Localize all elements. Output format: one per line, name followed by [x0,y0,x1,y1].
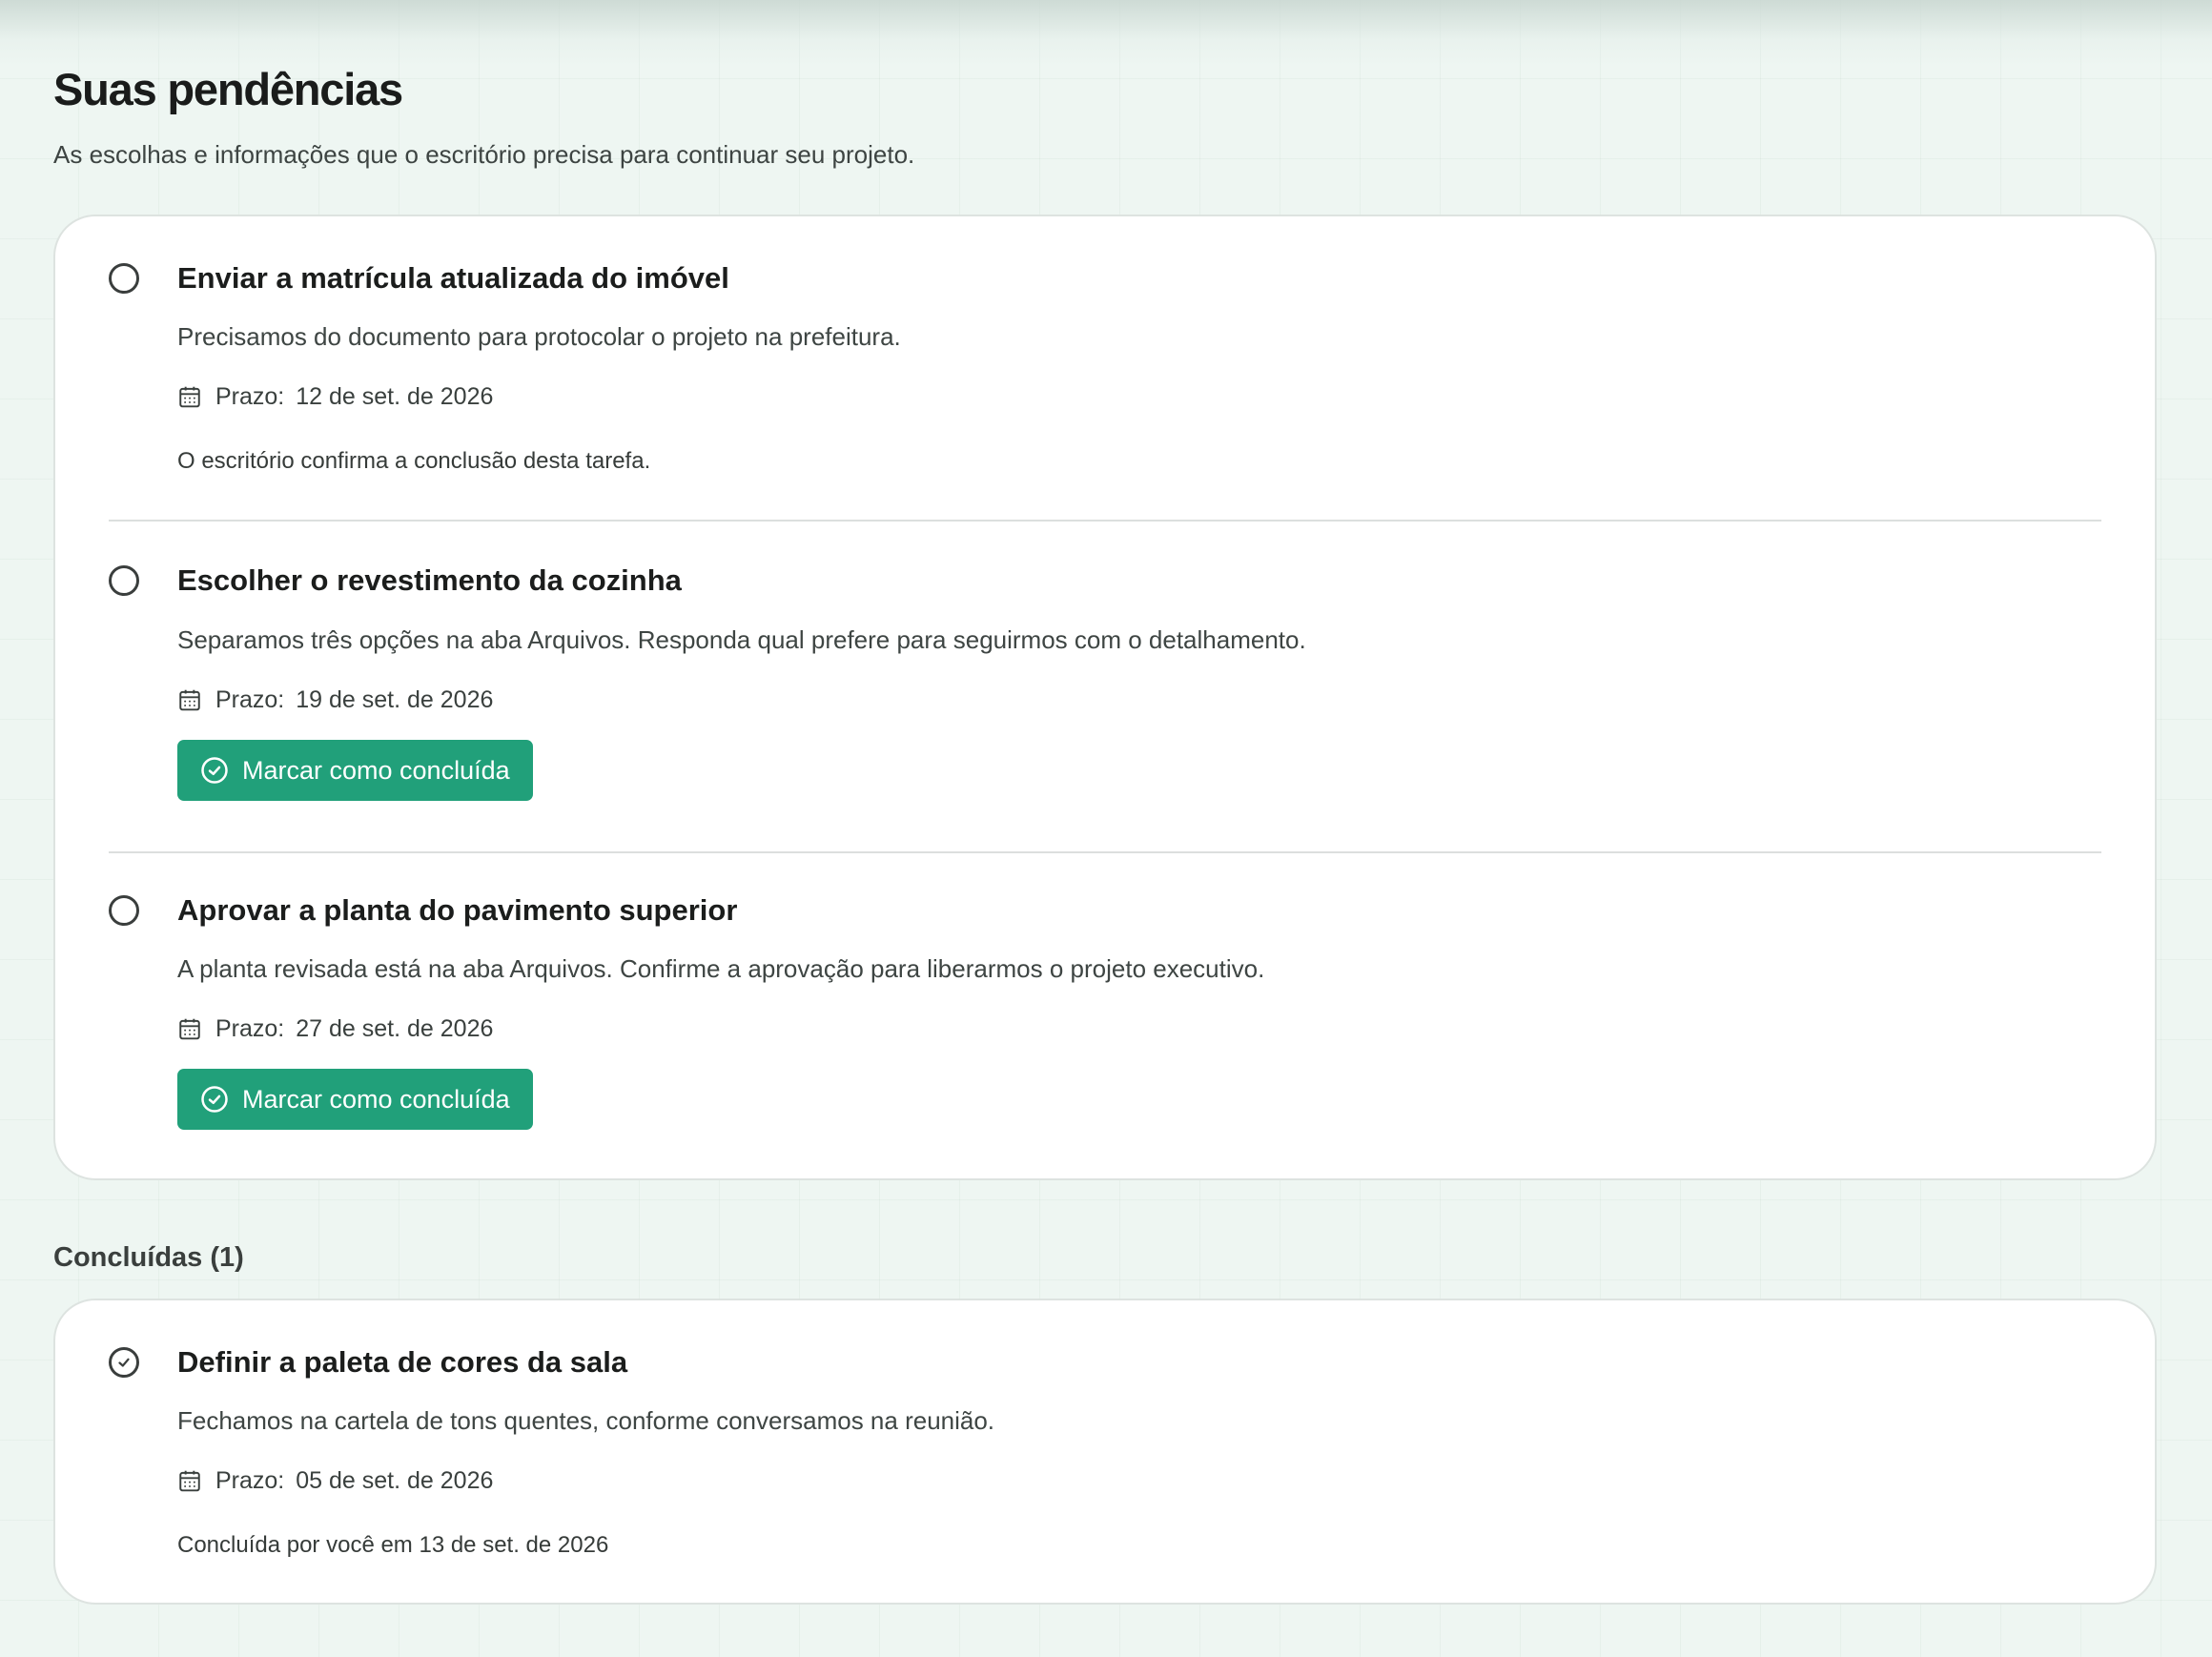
mark-complete-button[interactable]: Marcar como concluída [177,740,533,801]
task-description: Fechamos na cartela de tons quentes, con… [177,1406,995,1435]
empty-circle-icon[interactable] [109,565,139,596]
deadline-label: Prazo: [215,1015,285,1042]
empty-circle-icon[interactable] [109,895,139,926]
completed-section-heading[interactable]: Concluídas (1) [53,1239,244,1276]
task-title: Enviar a matrícula atualizada do imóvel [177,261,729,295]
task-description: A planta revisada está na aba Arquivos. … [177,954,1265,983]
calendar-icon [179,1470,200,1492]
task-item: Definir a paleta de cores da sala Fecham… [109,1300,2101,1603]
mark-complete-label: Marcar como concluída [242,756,510,785]
task-note: O escritório confirma a conclusão desta … [177,448,651,474]
task-item: Escolher o revestimento da cozinha Separ… [109,522,2101,851]
task-title: Definir a paleta de cores da sala [177,1345,628,1379]
calendar-icon [179,689,200,711]
task-deadline: Prazo: 19 de set. de 2026 [177,684,493,716]
deadline-date: 12 de set. de 2026 [296,383,494,410]
check-circle-icon [201,1086,228,1113]
deadline-label: Prazo: [215,1467,285,1494]
deadline-date: 19 de set. de 2026 [296,686,494,713]
empty-circle-icon[interactable] [109,263,139,294]
calendar-icon [179,1018,200,1040]
page-subtitle: As escolhas e informações que o escritór… [53,140,915,169]
check-circle-icon [109,1347,139,1378]
deadline-date: 27 de set. de 2026 [296,1015,494,1042]
mark-complete-button[interactable]: Marcar como concluída [177,1069,533,1130]
task-item: Enviar a matrícula atualizada do imóvel … [109,216,2101,520]
check-circle-icon [201,757,228,784]
task-title: Escolher o revestimento da cozinha [177,563,682,597]
deadline-label: Prazo: [215,383,285,410]
task-deadline: Prazo: 12 de set. de 2026 [177,380,493,413]
deadline-label: Prazo: [215,686,285,713]
mark-complete-label: Marcar como concluída [242,1085,510,1114]
task-description: Precisamos do documento para protocolar … [177,322,901,351]
pending-tasks-card: Enviar a matrícula atualizada do imóvel … [53,215,2157,1180]
task-item: Aprovar a planta do pavimento superior A… [109,853,2101,1180]
completed-tasks-card: Definir a paleta de cores da sala Fecham… [53,1299,2157,1605]
deadline-date: 05 de set. de 2026 [296,1467,494,1494]
task-title: Aprovar a planta do pavimento superior [177,893,738,927]
page-title: Suas pendências [53,64,403,114]
task-note: Concluída por você em 13 de set. de 2026 [177,1532,609,1558]
task-description: Separamos três opções na aba Arquivos. R… [177,625,1306,654]
top-shade [0,0,2212,67]
task-deadline: Prazo: 27 de set. de 2026 [177,1013,493,1045]
task-deadline: Prazo: 05 de set. de 2026 [177,1464,493,1497]
calendar-icon [179,386,200,408]
